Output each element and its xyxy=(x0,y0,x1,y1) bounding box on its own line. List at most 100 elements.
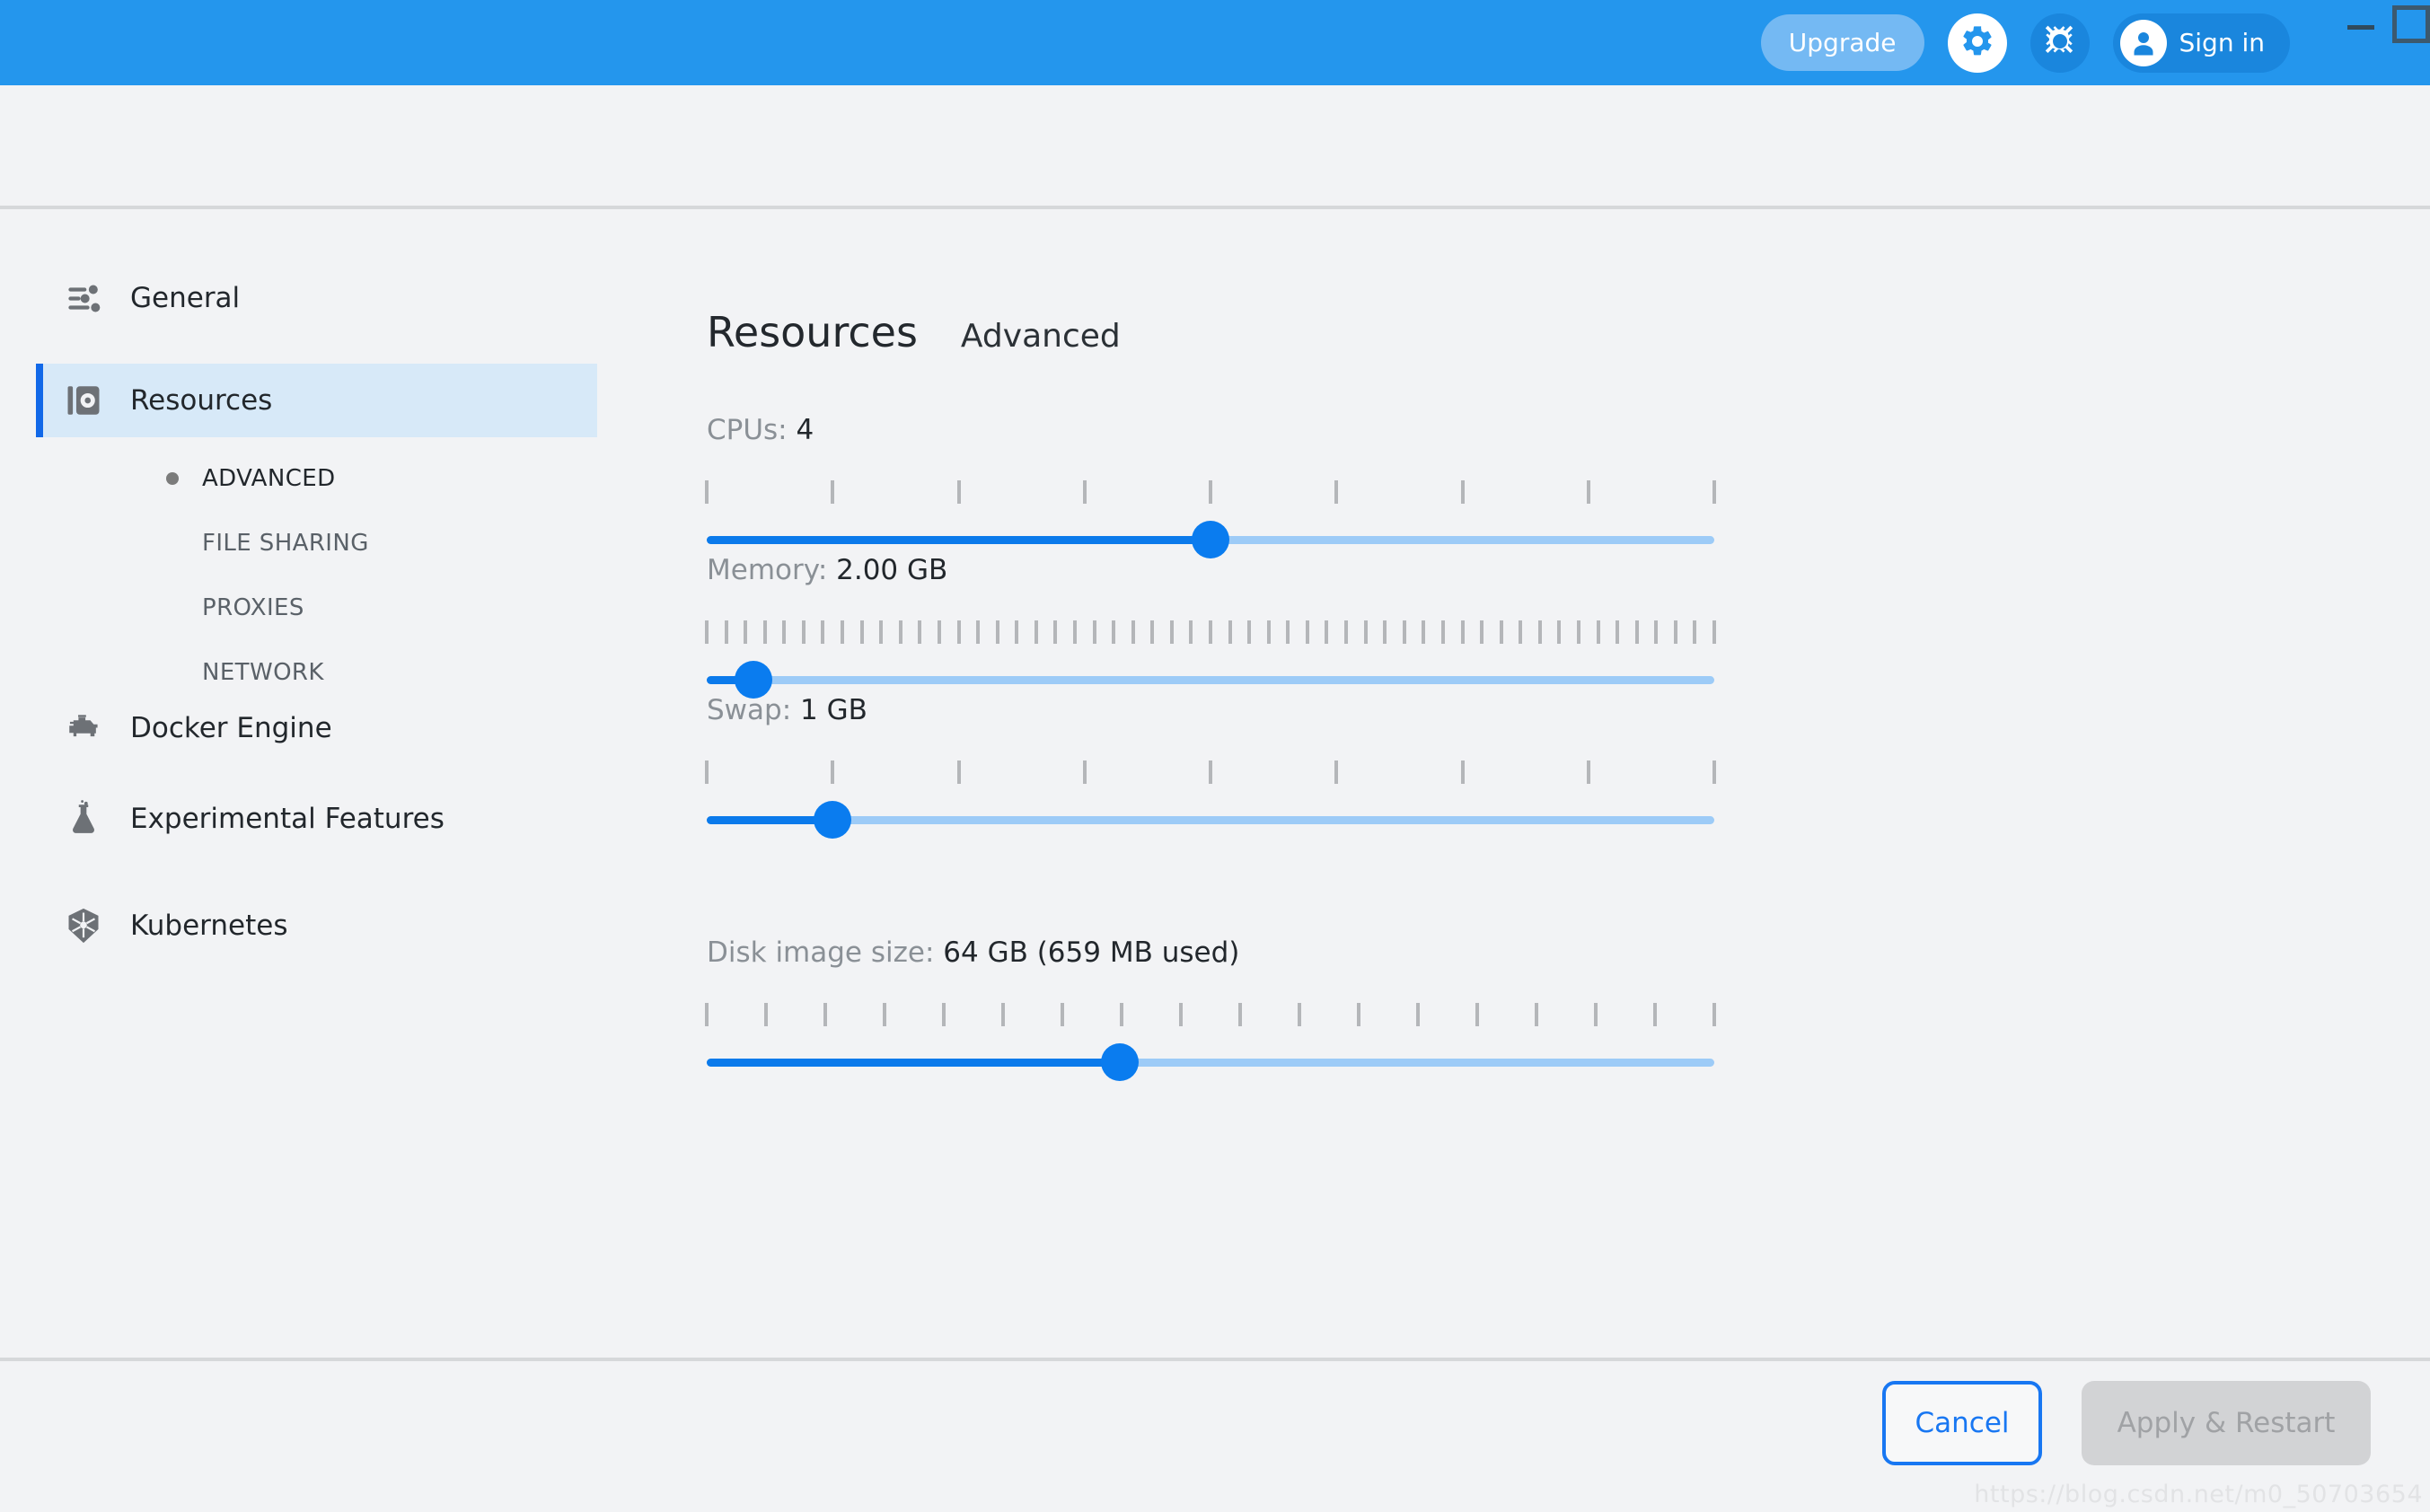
slider-tick xyxy=(1693,620,1697,644)
slider-tick xyxy=(1673,620,1677,644)
slider-tick xyxy=(898,620,902,644)
slider-tick xyxy=(1189,620,1193,644)
slider-tick xyxy=(1480,620,1484,644)
settings-gear-button[interactable] xyxy=(1947,13,2007,73)
bug-report-button[interactable] xyxy=(2029,13,2090,73)
engine-icon xyxy=(58,709,109,747)
memory-value: 2.00 GB xyxy=(836,554,948,586)
page-title: Resources xyxy=(707,308,918,356)
disk-image-size-slider-ticks xyxy=(705,1003,1716,1026)
slider-tick xyxy=(995,620,999,644)
disk-image-size-slider-block: Disk image size: 64 GB (659 MB used) xyxy=(705,936,1793,1081)
slider-tick xyxy=(1344,620,1349,644)
slider-tick xyxy=(764,1003,768,1026)
settings-main-panel: Resources Advanced CPUs: 4 Memory: 2.00 … xyxy=(629,209,2430,1358)
sidebar-item-resources[interactable]: Resources xyxy=(36,364,597,437)
memory-label-prefix: Memory: xyxy=(707,554,837,586)
memory-slider-thumb[interactable] xyxy=(734,661,772,699)
sidebar-item-kubernetes[interactable]: Kubernetes xyxy=(36,889,597,963)
slider-tick xyxy=(1557,620,1562,644)
disk-image-size-slider-track[interactable] xyxy=(707,1059,1714,1067)
bullet-dot-icon xyxy=(166,472,202,485)
swap-slider-ticks xyxy=(705,760,1716,784)
sidebar-subitem-label: NETWORK xyxy=(202,659,324,686)
slider-tick xyxy=(705,620,709,644)
memory-slider[interactable] xyxy=(705,620,1716,699)
gear-icon xyxy=(1959,23,1995,63)
memory-label: Memory: 2.00 GB xyxy=(707,554,1793,586)
slider-tick xyxy=(956,620,961,644)
slider-tick xyxy=(705,760,709,784)
sidebar-item-docker-engine[interactable]: Docker Engine xyxy=(36,691,597,765)
docker-desktop-settings-window: Upgrade Sign in General Resources ADVANC… xyxy=(0,0,2430,1512)
page-subtitle: Advanced xyxy=(960,318,1121,355)
header-spacer xyxy=(0,85,2430,206)
sidebar-item-label: Kubernetes xyxy=(130,910,288,942)
sidebar-subitem-advanced[interactable]: ADVANCED xyxy=(36,452,597,505)
sidebar-item-label: Docker Engine xyxy=(130,712,332,744)
cpus-slider-thumb[interactable] xyxy=(1192,521,1229,558)
sidebar-item-label: Resources xyxy=(130,384,273,417)
slider-tick xyxy=(831,760,835,784)
slider-tick xyxy=(1416,1003,1420,1026)
sidebar-item-label: Experimental Features xyxy=(130,803,445,835)
sidebar-subitem-label: FILE SHARING xyxy=(202,530,369,557)
sidebar-item-experimental-features[interactable]: Experimental Features xyxy=(36,782,597,856)
title-bar-actions: Upgrade Sign in xyxy=(1760,0,2430,85)
cpus-label: CPUs: 4 xyxy=(707,414,1793,446)
disk-image-size-slider-thumb[interactable] xyxy=(1101,1043,1140,1081)
slider-tick xyxy=(1179,1003,1183,1026)
disk-image-size-slider[interactable] xyxy=(705,1003,1716,1081)
slider-tick xyxy=(705,1003,709,1026)
maximize-icon[interactable] xyxy=(2392,5,2430,43)
page-heading: Resources Advanced xyxy=(707,308,1121,356)
settings-footer: Cancel Apply & Restart https://blog.csdn… xyxy=(0,1361,2430,1512)
slider-tick xyxy=(1712,480,1716,504)
minimize-icon[interactable] xyxy=(2329,0,2392,54)
slider-tick xyxy=(1034,620,1038,644)
cpus-slider-block: CPUs: 4 xyxy=(705,414,1793,558)
sidebar-subitem-proxies[interactable]: PROXIES xyxy=(36,581,597,635)
sign-in-label: Sign in xyxy=(2179,28,2266,57)
disk-image-size-label-prefix: Disk image size: xyxy=(707,936,944,969)
sidebar-subitem-label: ADVANCED xyxy=(202,465,336,492)
slider-tick xyxy=(1209,480,1212,504)
sidebar-item-general[interactable]: General xyxy=(36,261,597,335)
slider-tick xyxy=(1499,620,1503,644)
slider-tick xyxy=(956,480,961,504)
upgrade-button[interactable]: Upgrade xyxy=(1760,14,1924,71)
cpus-slider[interactable] xyxy=(705,480,1716,558)
swap-slider-thumb[interactable] xyxy=(814,801,852,839)
swap-slider-track[interactable] xyxy=(707,816,1714,824)
slider-tick xyxy=(831,480,835,504)
slider-tick xyxy=(1535,1003,1538,1026)
slider-tick xyxy=(1169,620,1174,644)
slider-tick xyxy=(942,1003,946,1026)
cancel-button[interactable]: Cancel xyxy=(1882,1381,2042,1465)
cpus-label-prefix: CPUs: xyxy=(707,414,797,446)
slider-tick xyxy=(1209,760,1212,784)
slider-tick xyxy=(1460,480,1465,504)
slider-tick xyxy=(1440,620,1445,644)
slider-tick xyxy=(823,1003,827,1026)
sidebar-item-label: General xyxy=(130,282,241,314)
slider-tick xyxy=(976,620,981,644)
sidebar-subitem-file-sharing[interactable]: FILE SHARING xyxy=(36,516,597,570)
slider-tick xyxy=(1001,1003,1005,1026)
title-bar: Upgrade Sign in xyxy=(0,0,2430,85)
slider-tick xyxy=(1286,620,1290,644)
slider-tick xyxy=(1586,760,1590,784)
slider-tick xyxy=(1596,620,1600,644)
window-controls xyxy=(2329,0,2430,85)
sliders-icon xyxy=(58,280,109,316)
slider-tick xyxy=(762,620,767,644)
memory-slider-track[interactable] xyxy=(707,676,1714,684)
slider-tick xyxy=(1305,620,1309,644)
swap-slider[interactable] xyxy=(705,760,1716,839)
slider-tick xyxy=(1357,1003,1360,1026)
slider-tick xyxy=(1422,620,1426,644)
slider-tick xyxy=(1072,620,1077,644)
sign-in-button[interactable]: Sign in xyxy=(2112,13,2290,73)
memory-slider-ticks xyxy=(705,620,1716,644)
slider-tick xyxy=(1460,620,1465,644)
